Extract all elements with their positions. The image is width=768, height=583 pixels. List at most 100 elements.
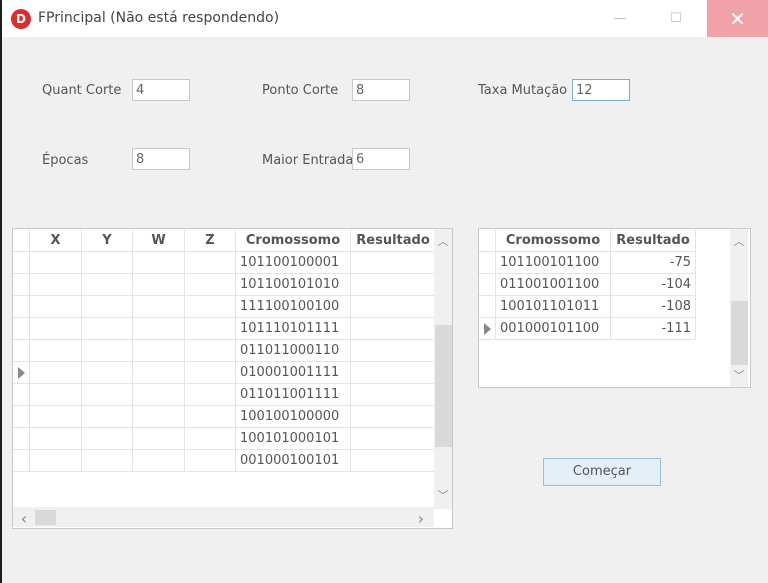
row-header[interactable] <box>479 251 496 274</box>
cell-x[interactable] <box>29 251 82 274</box>
cell-cromossomo[interactable]: 010001001111 <box>235 361 351 384</box>
scroll-thumb[interactable] <box>731 301 748 365</box>
quant-corte-input[interactable] <box>132 79 190 101</box>
row-header[interactable] <box>13 295 30 318</box>
result-grid[interactable]: Cromossomo Resultado 101100101100 -75 0110… <box>478 228 751 388</box>
cell-z[interactable] <box>184 361 236 384</box>
ponto-corte-input[interactable] <box>352 79 410 101</box>
cell-cromossomo[interactable]: 001000100101 <box>235 449 351 472</box>
row-header[interactable] <box>13 383 30 406</box>
cell-x[interactable] <box>29 317 82 340</box>
scroll-right-icon[interactable]: › <box>412 509 430 528</box>
horizontal-scroll-thumb[interactable] <box>35 510 56 525</box>
cell-cromossomo[interactable]: 101100100001 <box>235 251 351 274</box>
cell-y[interactable] <box>81 295 133 318</box>
scroll-down-icon[interactable]: ﹀ <box>434 487 452 503</box>
cell-z[interactable] <box>184 295 236 318</box>
cell-resultado[interactable]: -111 <box>610 317 696 340</box>
cell-cromossomo[interactable]: 100101000101 <box>235 427 351 450</box>
cell-resultado[interactable] <box>350 273 436 296</box>
cell-w[interactable] <box>132 427 185 450</box>
cell-z[interactable] <box>184 383 236 406</box>
table-row[interactable]: 111100100100 <box>13 295 436 318</box>
cell-resultado[interactable] <box>350 449 436 472</box>
cell-w[interactable] <box>132 383 185 406</box>
table-row[interactable]: 101100100001 <box>13 251 436 274</box>
cell-resultado[interactable] <box>350 317 436 340</box>
maximize-button[interactable]: ☐ <box>653 0 699 37</box>
table-row[interactable]: 011001001100 -104 <box>479 273 696 296</box>
cell-x[interactable] <box>29 427 82 450</box>
cell-x[interactable] <box>29 339 82 362</box>
column-header-x[interactable]: X <box>29 229 82 252</box>
cell-x[interactable] <box>29 361 82 384</box>
result-vertical-scrollbar[interactable]: ︿ ﹀ <box>730 229 748 387</box>
column-header-resultado[interactable]: Resultado <box>350 229 436 252</box>
cell-resultado[interactable] <box>350 339 436 362</box>
cell-cromossomo[interactable]: 011011001111 <box>235 383 351 406</box>
column-header-cromossomo[interactable]: Cromossomo <box>235 229 351 252</box>
cell-x[interactable] <box>29 295 82 318</box>
minimize-button[interactable]: — <box>597 0 643 37</box>
cell-resultado[interactable]: -75 <box>610 251 696 274</box>
table-row[interactable]: 101100101100 -75 <box>479 251 696 274</box>
cell-w[interactable] <box>132 273 185 296</box>
row-header[interactable] <box>13 361 30 384</box>
cell-x[interactable] <box>29 405 82 428</box>
cell-x[interactable] <box>29 449 82 472</box>
scroll-up-icon[interactable]: ︿ <box>730 233 748 249</box>
cell-resultado[interactable] <box>350 295 436 318</box>
cell-w[interactable] <box>132 449 185 472</box>
cell-z[interactable] <box>184 317 236 340</box>
column-header-y[interactable]: Y <box>81 229 133 252</box>
maior-entrada-input[interactable] <box>352 148 410 170</box>
column-header-resultado[interactable]: Resultado <box>610 229 696 252</box>
cell-y[interactable] <box>81 251 133 274</box>
cell-cromossomo[interactable]: 011011000110 <box>235 339 351 362</box>
cell-y[interactable] <box>81 427 133 450</box>
row-header[interactable] <box>13 317 30 340</box>
cell-resultado[interactable] <box>350 427 436 450</box>
cell-y[interactable] <box>81 449 133 472</box>
cell-cromossomo[interactable]: 101100101010 <box>235 273 351 296</box>
cell-cromossomo[interactable]: 100101101011 <box>495 295 611 318</box>
cell-w[interactable] <box>132 317 185 340</box>
table-row[interactable]: 101110101111 <box>13 317 436 340</box>
scroll-up-icon[interactable]: ︿ <box>434 233 452 249</box>
scroll-thumb[interactable] <box>435 325 452 447</box>
cell-y[interactable] <box>81 339 133 362</box>
cell-z[interactable] <box>184 251 236 274</box>
scroll-left-icon[interactable]: ‹ <box>15 509 33 528</box>
table-row[interactable]: 100101101011 -108 <box>479 295 696 318</box>
table-row[interactable]: 001000101100 -111 <box>479 317 696 340</box>
table-row[interactable]: 101100101010 <box>13 273 436 296</box>
cell-y[interactable] <box>81 317 133 340</box>
cell-z[interactable] <box>184 273 236 296</box>
row-header[interactable] <box>13 251 30 274</box>
cell-cromossomo[interactable]: 101100101100 <box>495 251 611 274</box>
cell-w[interactable] <box>132 295 185 318</box>
cell-x[interactable] <box>29 273 82 296</box>
cell-z[interactable] <box>184 449 236 472</box>
cell-resultado[interactable]: -104 <box>610 273 696 296</box>
cell-y[interactable] <box>81 383 133 406</box>
scroll-down-icon[interactable]: ﹀ <box>730 367 748 383</box>
cell-w[interactable] <box>132 405 185 428</box>
row-header[interactable] <box>13 427 30 450</box>
cell-z[interactable] <box>184 339 236 362</box>
cell-cromossomo[interactable]: 001000101100 <box>495 317 611 340</box>
column-header-cromossomo[interactable]: Cromossomo <box>495 229 611 252</box>
column-header-z[interactable]: Z <box>184 229 236 252</box>
cell-y[interactable] <box>81 361 133 384</box>
row-header[interactable] <box>479 273 496 296</box>
cell-resultado[interactable]: -108 <box>610 295 696 318</box>
row-header[interactable] <box>13 273 30 296</box>
table-row[interactable]: 011011001111 <box>13 383 436 406</box>
cell-cromossomo[interactable]: 100100100000 <box>235 405 351 428</box>
cell-w[interactable] <box>132 361 185 384</box>
cell-x[interactable] <box>29 383 82 406</box>
cell-cromossomo[interactable]: 111100100100 <box>235 295 351 318</box>
population-horizontal-scrollbar[interactable]: ‹ › <box>13 507 434 528</box>
cell-z[interactable] <box>184 405 236 428</box>
cell-resultado[interactable] <box>350 405 436 428</box>
